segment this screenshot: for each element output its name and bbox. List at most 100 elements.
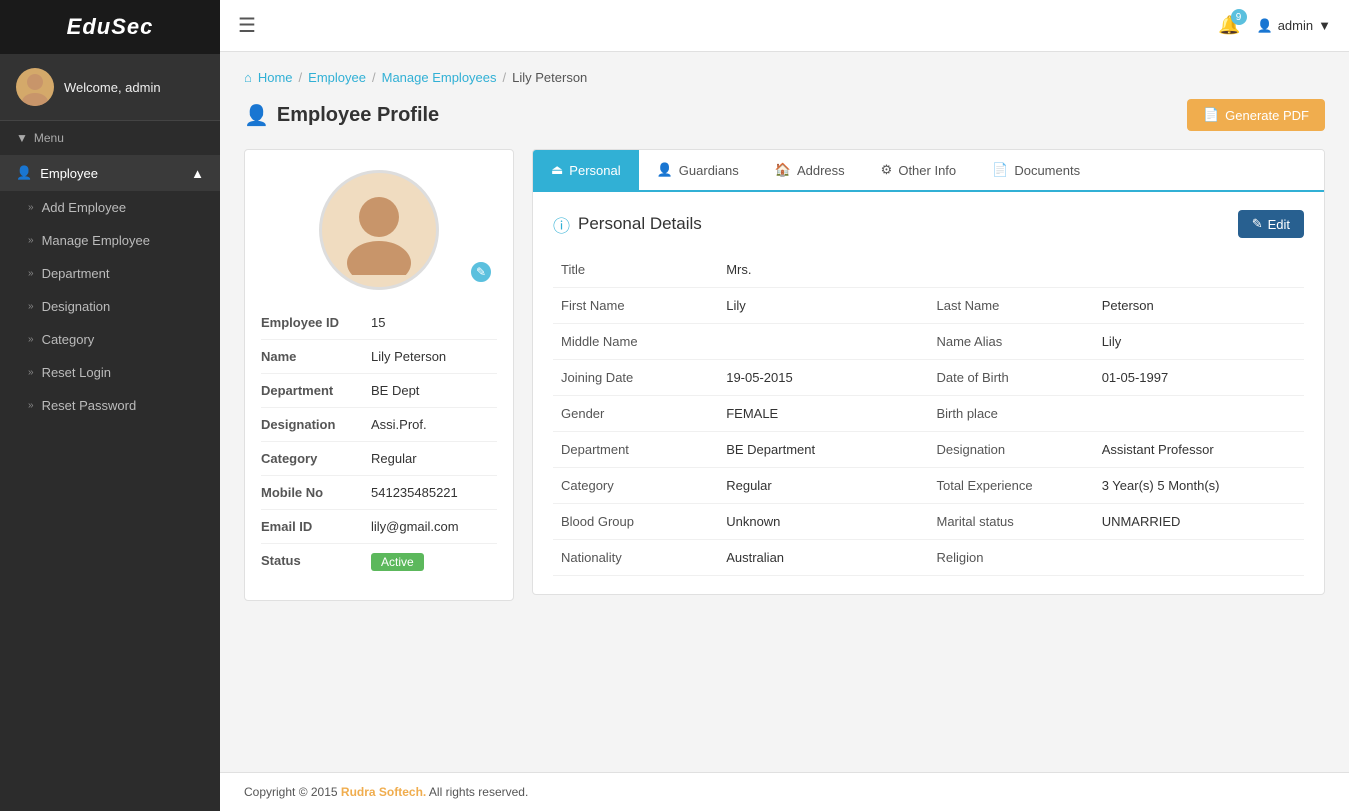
breadcrumb-sep2: /	[372, 70, 376, 85]
brand-logo: EduSec	[0, 0, 220, 54]
home-icon: ⌂	[244, 70, 252, 85]
personal-tab-icon: ⏏	[551, 162, 563, 178]
field-label: Marital status	[928, 504, 1093, 540]
chevron-down-icon: ▼	[1318, 18, 1331, 33]
avatar-edit-button[interactable]: ✎	[469, 260, 493, 284]
info-icon: ⓘ	[553, 212, 570, 237]
field-value: Lily	[1094, 324, 1304, 360]
table-row: TitleMrs.	[553, 252, 1304, 288]
field-label: Religion	[928, 540, 1093, 576]
field-label: Department	[553, 432, 718, 468]
profile-info-name: Name Lily Peterson	[261, 340, 497, 374]
field-value: Australian	[718, 540, 928, 576]
field-value	[1094, 396, 1304, 432]
table-row: NationalityAustralianReligion	[553, 540, 1304, 576]
tab-personal[interactable]: ⏏ Personal	[533, 150, 639, 192]
welcome-text: Welcome, admin	[64, 80, 161, 95]
hamburger-icon[interactable]: ☰	[238, 13, 256, 38]
profile-info-department: Department BE Dept	[261, 374, 497, 408]
breadcrumb-manage-employees[interactable]: Manage Employees	[382, 70, 497, 85]
chevron-right-icon: »	[28, 334, 34, 345]
field-value: Mrs.	[718, 252, 928, 288]
admin-menu[interactable]: 👤 admin ▼	[1257, 18, 1331, 34]
field-label: Designation	[928, 432, 1093, 468]
field-label: Nationality	[553, 540, 718, 576]
chevron-right-icon: »	[28, 301, 34, 312]
table-row: DepartmentBE DepartmentDesignationAssist…	[553, 432, 1304, 468]
sidebar: EduSec Welcome, admin ▼ Menu 👤 Employee …	[0, 0, 220, 811]
breadcrumb-employee[interactable]: Employee	[308, 70, 366, 85]
profile-info-email: Email ID lily@gmail.com	[261, 510, 497, 544]
profile-info-category: Category Regular	[261, 442, 497, 476]
field-value: Assistant Professor	[1094, 432, 1304, 468]
tab-guardians[interactable]: 👤 Guardians	[639, 150, 757, 192]
table-row: First NameLilyLast NamePeterson	[553, 288, 1304, 324]
footer-link[interactable]: Rudra Softech.	[341, 785, 426, 799]
field-label: Name Alias	[928, 324, 1093, 360]
field-value: Peterson	[1094, 288, 1304, 324]
sidebar-item-reset-password[interactable]: » Reset Password	[0, 389, 220, 422]
chevron-right-icon: »	[28, 268, 34, 279]
topnav: ☰ 🔔 9 👤 admin ▼	[220, 0, 1349, 52]
breadcrumb-sep3: /	[503, 70, 507, 85]
page-header: 👤 Employee Profile 📄 Generate PDF	[244, 99, 1325, 131]
field-label: Date of Birth	[928, 360, 1093, 396]
notification-bell[interactable]: 🔔 9	[1218, 15, 1240, 36]
sidebar-section-employee[interactable]: 👤 Employee ▲	[0, 155, 220, 191]
employee-icon: 👤	[244, 103, 269, 128]
profile-info-employee-id: Employee ID 15	[261, 306, 497, 340]
field-value: Regular	[718, 468, 928, 504]
main-panel: ☰ 🔔 9 👤 admin ▼ ⌂ Home / Employee / Mana…	[220, 0, 1349, 811]
field-value: 19-05-2015	[718, 360, 928, 396]
chevron-right-icon: »	[28, 202, 34, 213]
profile-card: ✎ Employee ID 15 Name Lily Peterson Depa…	[244, 149, 514, 601]
sidebar-user: Welcome, admin	[0, 54, 220, 121]
chevron-right-icon: »	[28, 400, 34, 411]
table-row: CategoryRegularTotal Experience3 Year(s)…	[553, 468, 1304, 504]
sidebar-item-reset-login[interactable]: » Reset Login	[0, 356, 220, 389]
table-row: Blood GroupUnknownMarital statusUNMARRIE…	[553, 504, 1304, 540]
generate-pdf-button[interactable]: 📄 Generate PDF	[1187, 99, 1325, 131]
tab-content-personal: ⓘ Personal Details ✎ Edit TitleMrs.First…	[533, 192, 1324, 594]
footer: Copyright © 2015 Rudra Softech. All righ…	[220, 772, 1349, 811]
tab-other-info[interactable]: ⚙ Other Info	[863, 150, 974, 192]
field-value: BE Department	[718, 432, 928, 468]
edit-button[interactable]: ✎ Edit	[1238, 210, 1304, 238]
field-label: First Name	[553, 288, 718, 324]
field-label: Joining Date	[553, 360, 718, 396]
breadcrumb-sep1: /	[299, 70, 303, 85]
sidebar-item-add-employee[interactable]: » Add Employee	[0, 191, 220, 224]
chevron-right-icon: »	[28, 367, 34, 378]
sidebar-item-designation[interactable]: » Designation	[0, 290, 220, 323]
tab-content-header: ⓘ Personal Details ✎ Edit	[553, 210, 1304, 238]
sidebar-item-manage-employee[interactable]: » Manage Employee	[0, 224, 220, 257]
chevron-up-icon: ▲	[191, 166, 204, 181]
sidebar-item-category[interactable]: » Category	[0, 323, 220, 356]
field-label: Total Experience	[928, 468, 1093, 504]
tab-address[interactable]: 🏠 Address	[757, 150, 863, 192]
field-label: Gender	[553, 396, 718, 432]
profile-info-mobile: Mobile No 541235485221	[261, 476, 497, 510]
table-row: Joining Date19-05-2015Date of Birth01-05…	[553, 360, 1304, 396]
field-label: Title	[553, 252, 718, 288]
documents-tab-icon: 📄	[992, 162, 1008, 178]
field-value: 01-05-1997	[1094, 360, 1304, 396]
profile-tabs-panel: ⏏ Personal 👤 Guardians 🏠 Address ⚙ Other…	[532, 149, 1325, 595]
field-value: Lily	[718, 288, 928, 324]
breadcrumb-home[interactable]: Home	[258, 70, 293, 85]
table-row: GenderFEMALEBirth place	[553, 396, 1304, 432]
chevron-right-icon: »	[28, 235, 34, 246]
field-value: Unknown	[718, 504, 928, 540]
profile-info-status: Status Active	[261, 544, 497, 580]
tab-documents[interactable]: 📄 Documents	[974, 150, 1098, 192]
admin-user-icon: 👤	[1257, 18, 1273, 34]
guardians-tab-icon: 👤	[657, 162, 673, 178]
notification-count: 9	[1231, 9, 1247, 25]
page-title: 👤 Employee Profile	[244, 103, 439, 128]
sidebar-nav-items: » Add Employee » Manage Employee » Depar…	[0, 191, 220, 422]
menu-label: ▼ Menu	[0, 121, 220, 155]
edit-icon: ✎	[1252, 216, 1263, 232]
sidebar-item-department[interactable]: » Department	[0, 257, 220, 290]
profile-wrapper: ✎ Employee ID 15 Name Lily Peterson Depa…	[244, 149, 1325, 601]
status-badge: Active	[371, 553, 424, 571]
